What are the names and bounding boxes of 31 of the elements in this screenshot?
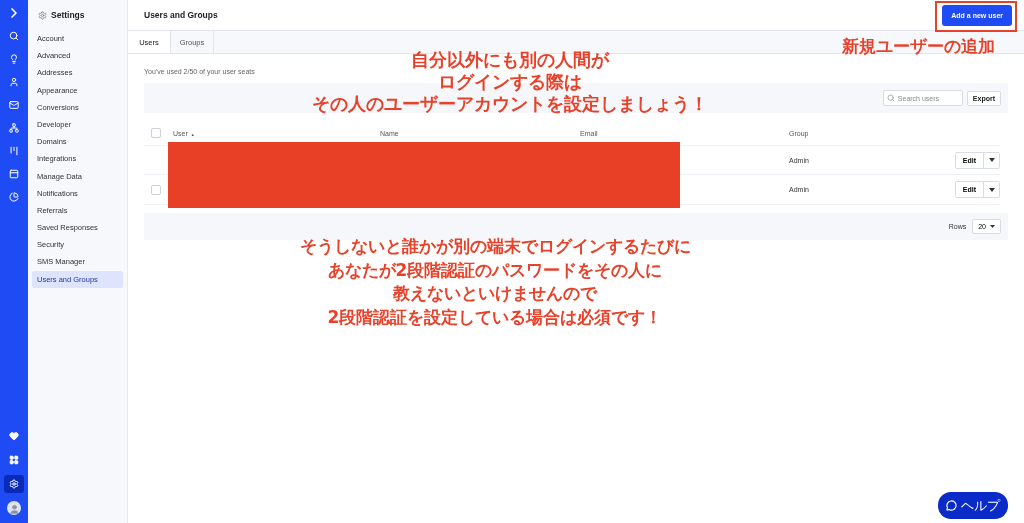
- pie-chart-icon[interactable]: [9, 192, 19, 202]
- annotation-text: そうしないと誰かが別の端末でログインするたびに: [298, 235, 692, 258]
- annotation-text: あなたが2段階認証のパスワードをその人に: [326, 258, 664, 282]
- window-icon[interactable]: [9, 169, 19, 179]
- annotation-text: 新規ユーザーの追加: [842, 35, 995, 57]
- person-icon[interactable]: [9, 77, 19, 87]
- annotation-text: その人のユーザーアカウントを設定しましょう！: [311, 93, 709, 115]
- annotation-text: 2段階認証を設定している場合は必須です！: [326, 305, 664, 329]
- caret-icon: [990, 225, 995, 228]
- caret-icon: [988, 158, 995, 162]
- annotation-text: 自分以外にも別の人間が: [410, 49, 611, 71]
- lightbulb-icon[interactable]: [9, 54, 19, 64]
- grid-icon[interactable]: [9, 455, 19, 465]
- search-icon: [886, 94, 895, 102]
- annotation-text: 教えないといけませんので: [392, 282, 599, 305]
- heart-icon[interactable]: [9, 431, 19, 441]
- caret-icon: [988, 187, 995, 192]
- sidebar-title: Settings: [51, 10, 85, 20]
- rail-button[interactable]: [4, 475, 24, 493]
- mail-icon[interactable]: [9, 100, 19, 110]
- settings-icon[interactable]: [9, 479, 19, 489]
- page-title: Users and Groups: [144, 10, 218, 20]
- search-icon[interactable]: [9, 31, 19, 41]
- sitemap-icon[interactable]: [9, 123, 19, 133]
- columns-icon[interactable]: [9, 146, 19, 156]
- help-button[interactable]: ヘルプ: [938, 492, 1008, 519]
- checkbox[interactable]: [151, 128, 161, 138]
- chat-bubble-icon: [946, 500, 957, 511]
- checkbox[interactable]: [151, 184, 161, 195]
- annotation-text: ログインする際は: [437, 71, 583, 93]
- settings-icon: [38, 10, 47, 20]
